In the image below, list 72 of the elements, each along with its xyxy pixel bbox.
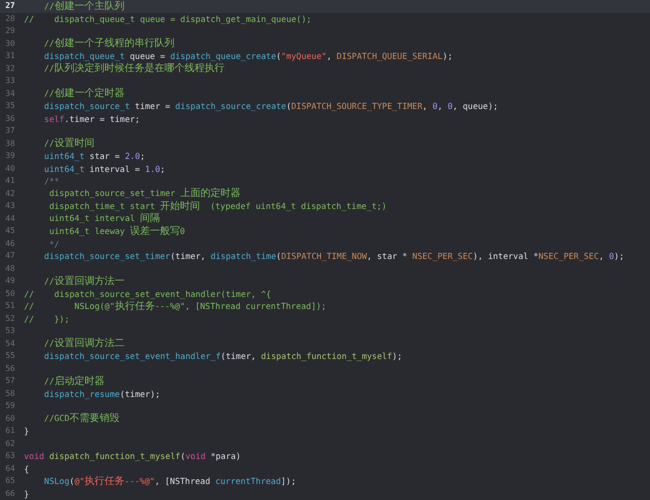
- line-number: 27: [4, 0, 15, 12]
- line-number: 66: [4, 488, 15, 500]
- code-line: //设置回调方法一: [43, 274, 124, 288]
- code-line: dispatch_queue_t queue = dispatch_queue_create("myQueue", DISPATCH_QUEUE_SERIAL);: [43, 50, 453, 62]
- line-number: 40: [4, 162, 15, 174]
- line-number: 61: [4, 425, 15, 437]
- line-number: 54: [4, 338, 15, 350]
- code-line: self.timer = timer;: [43, 112, 140, 125]
- code-line: }: [24, 488, 30, 500]
- code-line: //创建一个定时器: [43, 87, 124, 100]
- code-line: dispatch_resume(timer);: [43, 388, 160, 400]
- line-number: 56: [4, 362, 15, 374]
- code-line: //设置时间: [43, 137, 94, 150]
- code-line: //创建一个子线程的串行队列: [43, 37, 174, 50]
- code-line: uint64_t interval 间隔: [48, 212, 160, 226]
- code-line: // });: [24, 312, 70, 325]
- line-number: 36: [4, 112, 15, 124]
- line-number: 50: [4, 288, 15, 300]
- line-number: 51: [4, 300, 15, 312]
- code-line: //GCD不需要销毁: [43, 412, 120, 426]
- line-number: 31: [4, 50, 15, 62]
- line-number: 46: [4, 238, 15, 250]
- line-number: 39: [4, 150, 15, 162]
- code-line: dispatch_source_set_event_handler_f(timer, dispatch_function_t_myself);: [43, 350, 402, 362]
- line-number: 30: [4, 38, 15, 50]
- line-number: 33: [4, 75, 15, 87]
- code-line: //设置回调方法二: [43, 337, 124, 350]
- line-number: 37: [4, 125, 15, 137]
- line-number: 64: [4, 462, 15, 474]
- code-line: }: [24, 425, 30, 438]
- line-number: 43: [4, 200, 15, 212]
- code-line: //创建一个主队列: [43, 0, 124, 13]
- line-number: 45: [4, 225, 15, 237]
- line-number: 32: [4, 62, 15, 74]
- line-number: 28: [4, 12, 15, 24]
- code-line: dispatch_source_t timer = dispatch_source_create(DISPATCH_SOURCE_TYPE_TIMER, 0, 0, queue);: [43, 100, 498, 112]
- code-line: dispatch_source_set_timer(timer, dispatch_time(DISPATCH_TIME_NOW, star * NSEC_PER_SEC), interval *NSEC_PER_SEC, 0);: [43, 250, 624, 262]
- code-line: */: [48, 238, 60, 250]
- code-line: // dispatch_queue_t queue = dispatch_get_main_queue();: [24, 12, 312, 25]
- line-number: 47: [4, 250, 15, 262]
- line-number: 34: [4, 88, 15, 100]
- code-line: uint64_t interval = 1.0;: [43, 162, 166, 175]
- line-number: 48: [4, 262, 15, 274]
- line-number: 60: [4, 412, 15, 424]
- line-number: 44: [4, 212, 15, 224]
- line-number: 63: [4, 450, 15, 462]
- line-number: 57: [4, 375, 15, 387]
- line-number: 59: [4, 400, 15, 412]
- code-line: dispatch_source_set_timer 上面的定时器: [48, 187, 240, 200]
- line-number: 52: [4, 312, 15, 324]
- line-number: 65: [4, 475, 15, 487]
- code-line: dispatch_time_t start 开始时间 (typedef uint64_t dispatch_time_t;): [48, 200, 387, 213]
- line-number: 41: [4, 175, 15, 187]
- code-line: uint64_t star = 2.0;: [43, 150, 146, 162]
- line-number: 55: [4, 350, 15, 362]
- code-line: // dispatch_source_set_event_handler(timer, ^{: [24, 288, 272, 300]
- code-line: //队列决定到时候任务是在哪个线程执行: [43, 62, 224, 76]
- code-line: {: [24, 462, 30, 475]
- code-line: /**: [43, 175, 60, 188]
- code-line: //启动定时器: [43, 374, 104, 388]
- code-line: void dispatch_function_t_myself(void *para): [24, 450, 241, 462]
- code-line: uint64_t leeway 误差一般写0: [48, 224, 185, 238]
- line-number: 42: [4, 188, 15, 200]
- code-line: NSLog(@"执行任务---%@", [NSThread currentThread]);: [43, 474, 296, 488]
- line-number: 35: [4, 100, 15, 112]
- line-number: 62: [4, 438, 15, 450]
- line-number: 38: [4, 138, 15, 150]
- line-number: 49: [4, 275, 15, 287]
- line-number: 58: [4, 388, 15, 400]
- line-number: 53: [4, 325, 15, 337]
- code-line: // NSLog(@"执行任务---%@", [NSThread currentThread]);: [24, 300, 326, 313]
- line-number: 29: [4, 25, 15, 37]
